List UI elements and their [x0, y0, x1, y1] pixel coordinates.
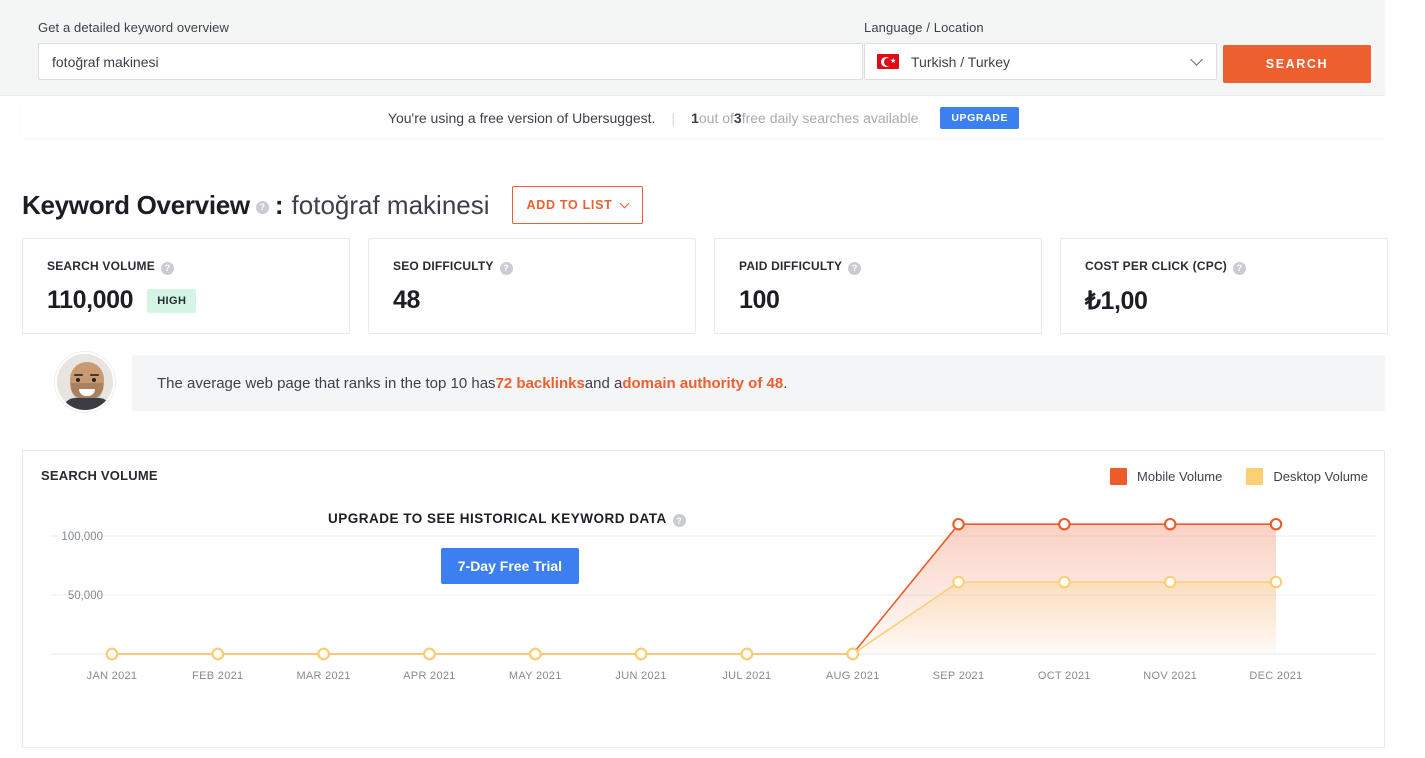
keyword-field-group: Get a detailed keyword overview: [38, 20, 863, 80]
metric-value: ₺1,00: [1085, 287, 1148, 315]
metric-help-icon[interactable]: ?: [499, 261, 513, 275]
metric-help-icon[interactable]: ?: [848, 261, 862, 275]
legend-swatch-mobile: [1110, 468, 1128, 485]
metric-card-seo-difficulty: SEO DIFFICULTY ? 48: [368, 238, 696, 334]
chart-data-point[interactable]: [952, 575, 965, 589]
x-axis-tick-label: JUL 2021: [722, 670, 771, 682]
chevron-down-icon: [620, 198, 630, 209]
metric-value: 100: [739, 286, 780, 314]
x-axis-tick-label: JUN 2021: [615, 670, 666, 682]
x-axis-tick-label: AUG 2021: [826, 670, 880, 682]
status-badge: HIGH: [147, 288, 197, 313]
keyword-input[interactable]: [38, 43, 863, 80]
search-button[interactable]: SEARCH: [1223, 45, 1371, 83]
metric-label: COST PER CLICK (CPC): [1085, 259, 1227, 273]
legend-item-desktop[interactable]: Desktop Volume: [1246, 468, 1368, 485]
tip-prefix: The average web page that ranks in the t…: [157, 374, 496, 392]
free-searches-total: 3: [733, 109, 742, 126]
add-to-list-button[interactable]: ADD TO LIST: [511, 186, 644, 224]
metric-label: PAID DIFFICULTY: [739, 259, 843, 273]
title-separator: :: [274, 189, 284, 220]
keyword-field-label: Get a detailed keyword overview: [38, 20, 229, 35]
legend-label-desktop: Desktop Volume: [1273, 469, 1368, 484]
legend-item-mobile[interactable]: Mobile Volume: [1110, 468, 1222, 485]
tip-authority-highlight: domain authority of 48: [622, 374, 784, 392]
free-searches-used: 1: [691, 109, 699, 126]
x-axis-tick-label: NOV 2021: [1143, 670, 1197, 682]
legend-label-mobile: Mobile Volume: [1137, 469, 1223, 484]
chart-data-point[interactable]: [1269, 517, 1283, 531]
x-axis-tick-label: MAY 2021: [509, 670, 562, 682]
tip-middle: and a: [584, 374, 623, 392]
x-axis-tick-label: JAN 2021: [87, 670, 138, 682]
location-selected-value: Turkish / Turkey: [911, 53, 1011, 70]
x-axis-tick-label: APR 2021: [403, 670, 456, 682]
keyword-overview-page: Get a detailed keyword overview Language…: [0, 0, 1425, 758]
chart-data-point[interactable]: [423, 647, 436, 661]
x-axis-tick-label: MAR 2021: [296, 670, 350, 682]
metric-cards: SEARCH VOLUME ? 110,000 HIGH SEO DIFFICU…: [22, 238, 1388, 334]
metric-card-search-volume: SEARCH VOLUME ? 110,000 HIGH: [22, 238, 350, 334]
chart-plot-area: 50,000100,000150,000JAN 2021FEB 2021MAR …: [23, 507, 1386, 749]
tip-message-bar: The average web page that ranks in the t…: [132, 355, 1385, 411]
metric-label: SEARCH VOLUME: [47, 259, 155, 273]
legend-swatch-desktop: [1246, 468, 1264, 485]
page-title-row: Keyword Overview ? : fotoğraf makinesi A…: [22, 186, 644, 224]
chart-data-point[interactable]: [1269, 575, 1283, 589]
chart-legend: Mobile Volume Desktop Volume: [1110, 468, 1368, 485]
metric-value: 110,000: [47, 286, 134, 314]
add-to-list-label: ADD TO LIST: [526, 198, 613, 212]
backlink-tip: The average web page that ranks in the t…: [22, 352, 1385, 412]
chart-upgrade-overlay: UPGRADE TO SEE HISTORICAL KEYWORD DATA ?…: [328, 511, 692, 584]
page-title: Keyword Overview: [22, 189, 250, 220]
x-axis-tick-label: FEB 2021: [192, 670, 243, 682]
metric-label: SEO DIFFICULTY: [393, 259, 494, 273]
chart-data-point[interactable]: [1058, 575, 1071, 589]
upgrade-overlay-title: UPGRADE TO SEE HISTORICAL KEYWORD DATA: [328, 511, 667, 526]
location-field-label: Language / Location: [864, 20, 984, 35]
upgrade-help-icon[interactable]: ?: [672, 514, 686, 527]
free-banner-divider: |: [671, 109, 676, 126]
avatar: [55, 352, 115, 412]
free-trial-button[interactable]: 7-Day Free Trial: [440, 548, 580, 584]
chart-title: SEARCH VOLUME: [41, 468, 158, 483]
chart-data-point[interactable]: [1058, 517, 1071, 531]
title-help-icon[interactable]: ?: [255, 200, 269, 214]
location-select[interactable]: ★ Turkish / Turkey: [864, 43, 1217, 80]
y-axis-tick-label: 50,000: [68, 590, 103, 602]
chevron-down-icon: [1190, 53, 1203, 66]
chart-data-point[interactable]: [211, 647, 225, 661]
metric-help-icon[interactable]: ?: [160, 261, 174, 275]
free-banner-mid-text: out of: [698, 109, 734, 126]
metric-card-cpc: COST PER CLICK (CPC) ? ₺1,00: [1060, 238, 1388, 334]
upgrade-button[interactable]: UPGRADE: [940, 106, 1020, 129]
chart-data-point[interactable]: [1163, 575, 1177, 589]
x-axis-tick-label: SEP 2021: [933, 670, 985, 682]
metric-card-paid-difficulty: PAID DIFFICULTY ? 100: [714, 238, 1042, 334]
search-strip: Get a detailed keyword overview Language…: [0, 0, 1385, 96]
chart-data-point[interactable]: [529, 647, 542, 661]
y-axis-tick-label: 100,000: [61, 531, 103, 543]
location-field-group: Language / Location ★ Turkish / Turkey: [864, 20, 1217, 80]
tip-backlinks-highlight: 72 backlinks: [495, 374, 585, 392]
chart-data-point[interactable]: [952, 517, 965, 531]
chart-data-point[interactable]: [317, 647, 330, 661]
chart-svg: 50,000100,000150,000JAN 2021FEB 2021MAR …: [51, 517, 1376, 682]
metric-help-icon[interactable]: ?: [1233, 261, 1246, 275]
chart-data-point[interactable]: [634, 647, 648, 661]
chart-data-point[interactable]: [846, 647, 859, 661]
chart-data-point[interactable]: [740, 647, 754, 661]
metric-value: 48: [393, 286, 421, 314]
search-volume-chart-card: SEARCH VOLUME Mobile Volume Desktop Volu…: [22, 450, 1385, 748]
tip-suffix: .: [783, 374, 788, 392]
chart-data-point[interactable]: [1163, 517, 1177, 531]
title-keyword: fotoğraf makinesi: [291, 189, 490, 220]
turkey-flag-icon: ★: [877, 54, 899, 69]
free-banner-tail-text: free daily searches available: [741, 109, 919, 126]
x-axis-tick-label: DEC 2021: [1249, 670, 1302, 682]
chart-data-point[interactable]: [105, 647, 119, 661]
x-axis-tick-label: OCT 2021: [1038, 670, 1091, 682]
free-banner-message: You're using a free version of Ubersugge…: [387, 109, 656, 126]
free-version-banner: You're using a free version of Ubersugge…: [22, 97, 1385, 138]
